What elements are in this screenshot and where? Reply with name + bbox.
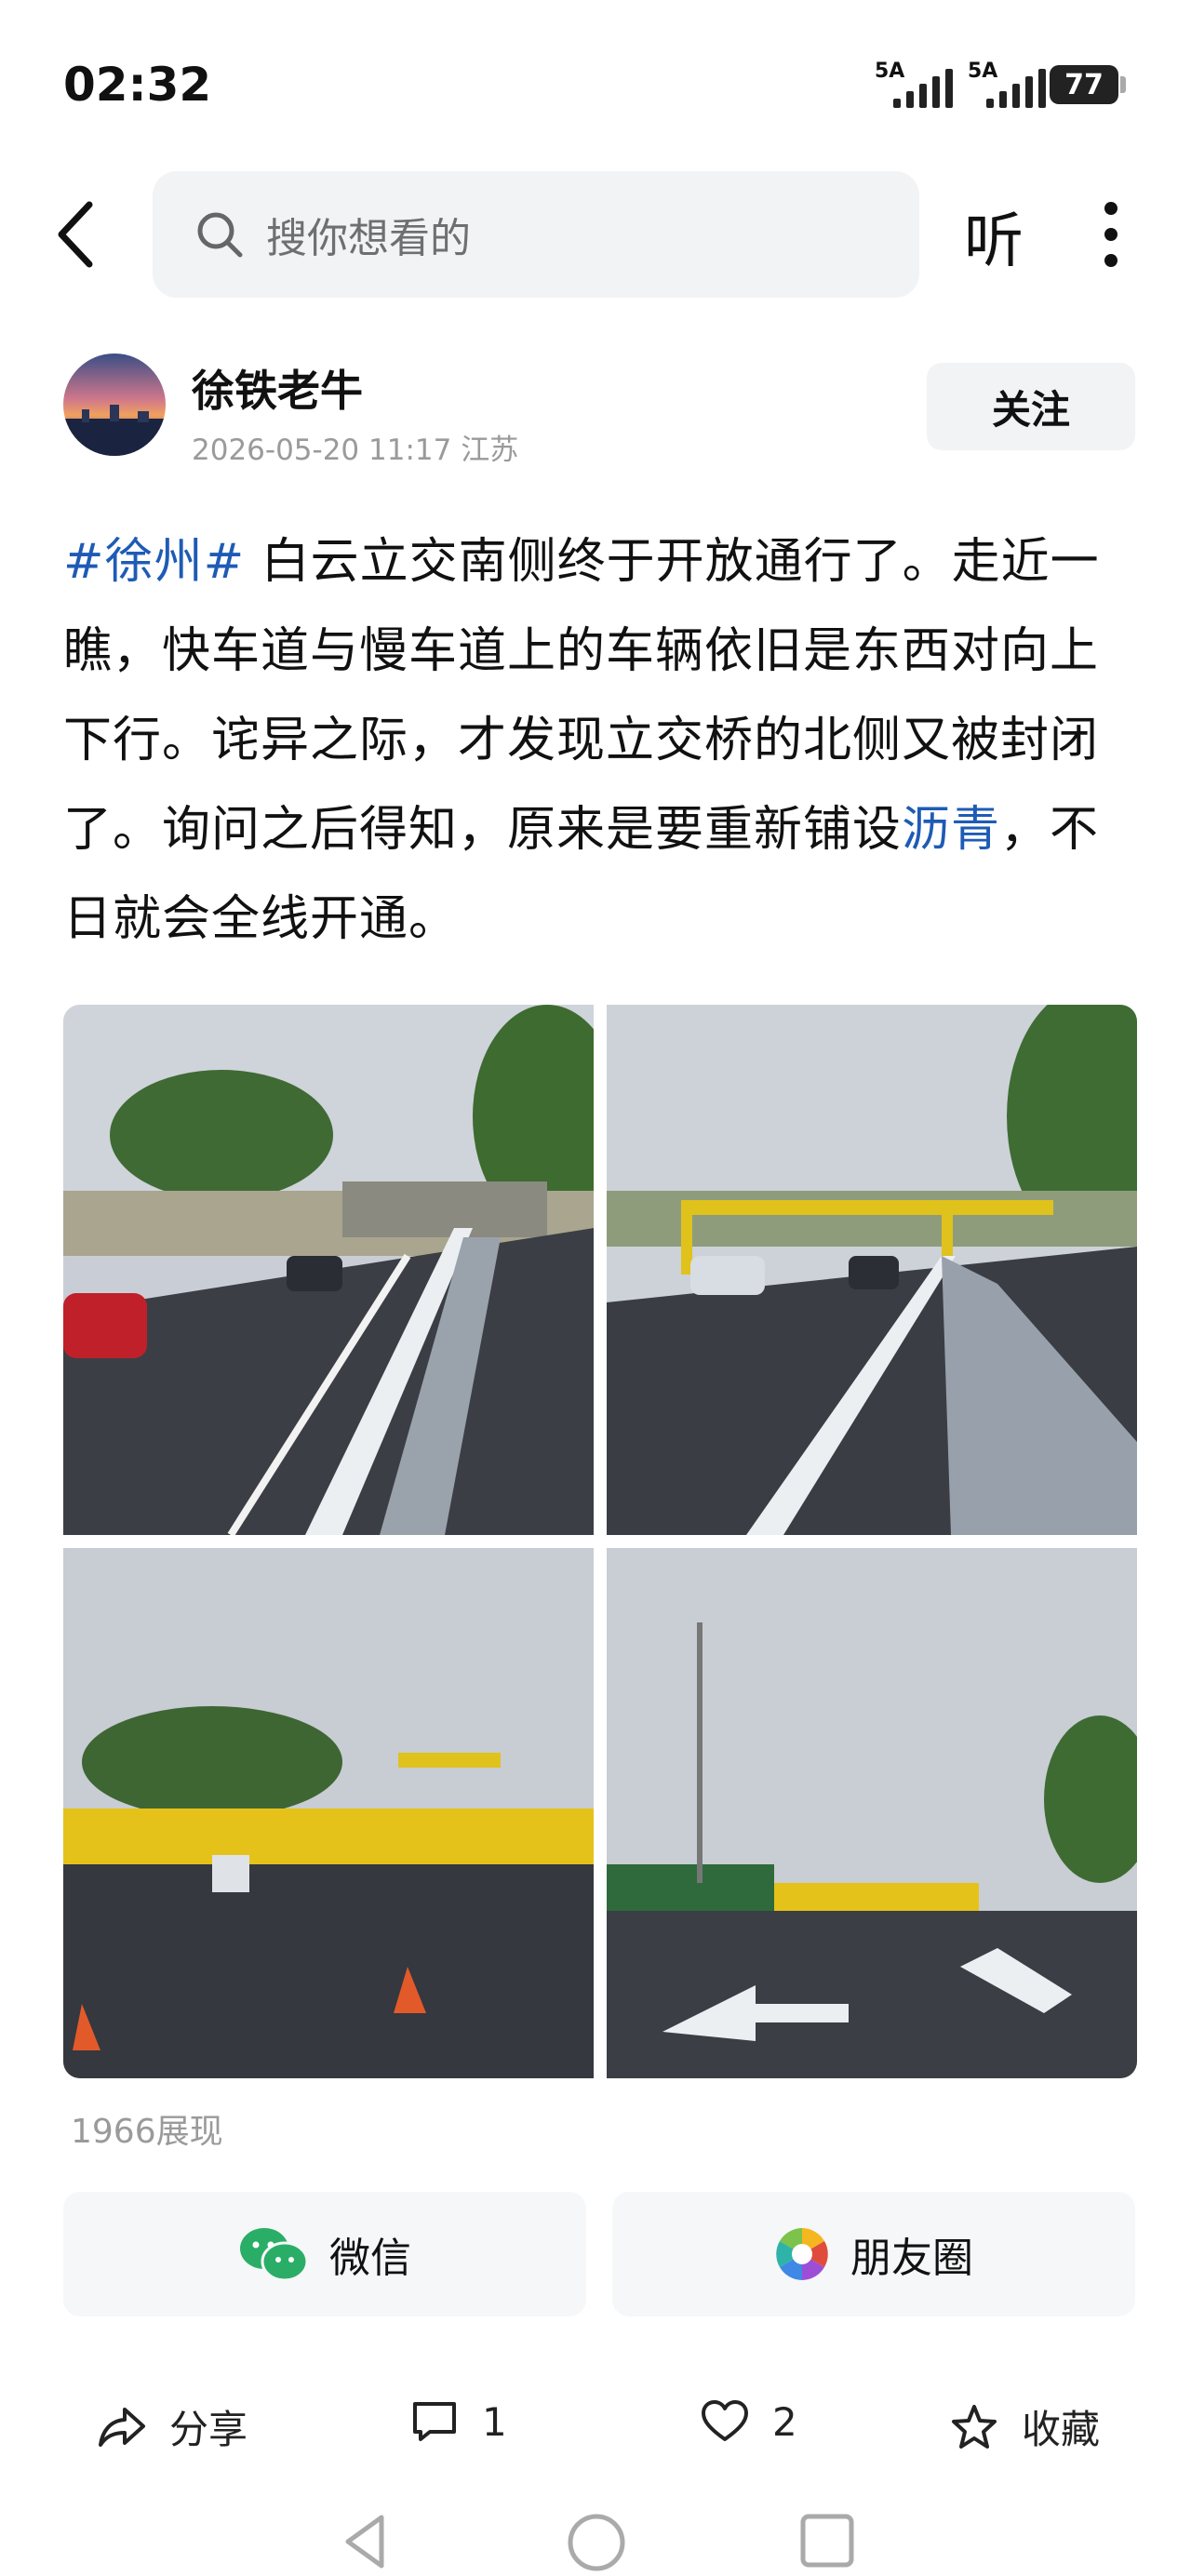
comment-action[interactable]: 1: [409, 2398, 507, 2445]
battery-tip: [1120, 76, 1126, 93]
heart-icon: [702, 2400, 748, 2441]
signal-label: 5A: [875, 60, 905, 83]
search-placeholder: 搜你想看的: [266, 215, 471, 262]
share-action[interactable]: 分享: [97, 2398, 248, 2455]
hashtag-link[interactable]: #徐州#: [63, 534, 245, 590]
nav-recents-icon[interactable]: [798, 2512, 856, 2569]
star-icon: [952, 2404, 997, 2449]
post-meta: 2026-05-20 11:17 江苏: [192, 434, 519, 467]
view-count: 1966展现: [71, 2113, 223, 2151]
share-moments-button[interactable]: 朋友圈: [612, 2192, 1135, 2316]
avatar[interactable]: [63, 354, 166, 456]
more-icon[interactable]: [1098, 197, 1124, 272]
post-photo-3[interactable]: [63, 1548, 594, 2078]
post-photo-1[interactable]: [63, 1005, 594, 1535]
search-bar[interactable]: 搜你想看的: [153, 171, 919, 298]
nav-home-icon[interactable]: [566, 2512, 627, 2573]
signal-icon-2: 5A: [968, 60, 1046, 108]
back-icon[interactable]: [52, 197, 108, 272]
share-icon: [99, 2407, 145, 2447]
keyword-link[interactable]: 沥青: [902, 802, 1000, 858]
post-text: #徐州# 白云立交南侧终于开放通行了。走近一瞧，快车道与慢车道上的车辆依旧是东西…: [63, 517, 1133, 964]
nav-back-icon[interactable]: [337, 2512, 393, 2571]
search-icon: [197, 212, 243, 258]
comment-icon: [413, 2402, 456, 2441]
author-name[interactable]: 徐铁老牛: [192, 357, 363, 419]
moments-label: 朋友圈: [850, 2235, 973, 2282]
wechat-label: 微信: [329, 2235, 411, 2282]
battery-indicator: 77: [1050, 65, 1118, 104]
listen-button[interactable]: 听: [964, 194, 1024, 279]
collect-label: 收藏: [1022, 2407, 1101, 2452]
follow-button[interactable]: 关注: [927, 363, 1135, 450]
comment-count: 1: [482, 2398, 507, 2445]
post-photo-2[interactable]: [607, 1005, 1137, 1535]
post-photo-4[interactable]: [607, 1548, 1137, 2078]
like-count: 2: [772, 2398, 797, 2445]
like-action[interactable]: 2: [700, 2398, 797, 2445]
signal-icon: 5A: [875, 60, 953, 108]
status-time: 02:32: [63, 58, 212, 112]
share-label: 分享: [169, 2407, 248, 2452]
collect-action[interactable]: 收藏: [949, 2398, 1100, 2455]
moments-icon: [776, 2228, 828, 2280]
share-wechat-button[interactable]: 微信: [63, 2192, 586, 2316]
wechat-icon: [240, 2228, 309, 2282]
signal-label-2: 5A: [968, 60, 998, 83]
